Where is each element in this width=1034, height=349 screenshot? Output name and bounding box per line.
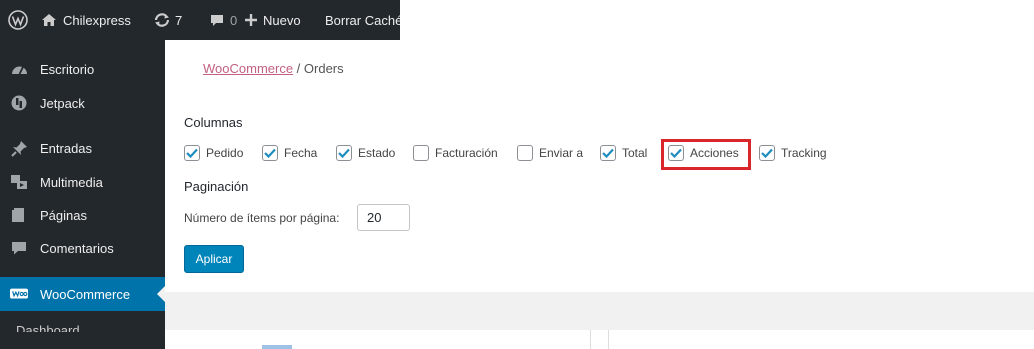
admin-sidebar: Escritorio Jetpack Entradas Multimedia P… (0, 40, 165, 349)
checkbox-tracking[interactable]: Tracking (759, 143, 827, 163)
active-menu-arrow (157, 286, 165, 302)
dashboard-icon (10, 61, 28, 77)
new-label: Nuevo (263, 12, 301, 28)
menu-item-entradas[interactable]: Entradas (0, 131, 165, 165)
checkbox-box[interactable] (413, 145, 429, 161)
bottom-panel (165, 330, 1034, 349)
pagination-heading: Paginación (184, 179, 249, 194)
checkbox-label: Estado (358, 146, 396, 160)
checkbox-box[interactable] (600, 145, 616, 161)
comments-link[interactable]: 0 (210, 0, 237, 40)
menu-item-multimedia[interactable]: Multimedia (0, 165, 165, 199)
menu-item-paginas[interactable]: Páginas (0, 198, 165, 232)
cropped-element (262, 345, 292, 349)
menu-label: Páginas (40, 207, 87, 223)
per-page-label: Número de ítems por página: (184, 211, 340, 225)
home-icon (41, 13, 57, 27)
checkbox-enviar-a[interactable]: Enviar a (517, 143, 583, 163)
media-icon (10, 174, 28, 190)
jetpack-icon (10, 95, 28, 111)
panel-divider (608, 330, 609, 349)
site-name: Chilexpress (63, 12, 131, 28)
pages-icon (10, 207, 28, 223)
menu-item-jetpack[interactable]: Jetpack (0, 86, 165, 120)
highlight-box-acciones (661, 139, 751, 170)
menu-label: Escritorio (40, 61, 95, 77)
comments-icon (10, 240, 28, 256)
checkbox-box[interactable] (184, 145, 200, 161)
checkbox-label: Pedido (206, 146, 244, 160)
checkbox-label: Total (622, 146, 648, 160)
plus-icon (245, 14, 257, 26)
comments-count: 0 (230, 12, 238, 28)
columns-checkbox-row: Pedido Fecha Estado Facturación Enviar a… (184, 143, 884, 163)
checkbox-estado[interactable]: Estado (336, 143, 395, 163)
checkbox-facturacion[interactable]: Facturación (413, 143, 498, 163)
per-page-input[interactable] (357, 204, 410, 231)
panel-divider (590, 330, 591, 349)
updates-icon (153, 12, 171, 28)
checkbox-label: Enviar a (539, 146, 584, 160)
menu-label: Comentarios (40, 240, 114, 256)
checkbox-total[interactable]: Total (600, 143, 647, 163)
columns-heading: Columnas (184, 115, 243, 130)
menu-item-escritorio[interactable]: Escritorio (0, 52, 165, 86)
checkbox-box[interactable] (262, 145, 278, 161)
menu-label: Entradas (40, 140, 93, 156)
breadcrumb-link-woocommerce[interactable]: WooCommerce (203, 61, 293, 76)
checkbox-pedido[interactable]: Pedido (184, 143, 243, 163)
breadcrumb-current: Orders (303, 61, 344, 76)
menu-label: WooCommerce (40, 286, 131, 302)
menu-item-woocommerce[interactable]: WooCommerce (0, 277, 165, 311)
apply-button[interactable]: Aplicar (184, 245, 244, 273)
menu-label: Multimedia (40, 174, 103, 190)
pin-icon (10, 140, 28, 157)
checkbox-label: Tracking (781, 146, 827, 160)
content-footer-strip (165, 292, 1034, 330)
admin-bar: Chilexpress 7 0 Nuevo Borrar Caché (0, 0, 1034, 40)
checkbox-box[interactable] (759, 145, 775, 161)
checkbox-label: Facturación (435, 146, 498, 160)
checkbox-fecha[interactable]: Fecha (262, 143, 317, 163)
menu-item-comentarios[interactable]: Comentarios (0, 231, 165, 265)
site-name-link[interactable]: Chilexpress (41, 0, 131, 40)
woocommerce-icon (10, 286, 28, 302)
submenu-item-dashboard[interactable]: Dashboard (16, 318, 116, 332)
per-page-row: Número de ítems por página: (184, 206, 339, 230)
comment-bubble-icon (210, 14, 224, 27)
adminbar-cropped-area (400, 0, 1034, 40)
checkbox-box[interactable] (336, 145, 352, 161)
clear-cache-link[interactable]: Borrar Caché (325, 0, 402, 40)
updates-link[interactable]: 7 (153, 0, 182, 40)
breadcrumb-separator: / (293, 61, 304, 76)
updates-count: 7 (175, 12, 183, 28)
new-content-link[interactable]: Nuevo (245, 0, 301, 40)
checkbox-box[interactable] (517, 145, 533, 161)
breadcrumb: WooCommerce / Orders (203, 61, 344, 76)
main-content (165, 40, 1034, 292)
wordpress-logo-icon[interactable] (8, 0, 28, 40)
checkbox-label: Fecha (284, 146, 318, 160)
menu-label: Jetpack (40, 95, 85, 111)
